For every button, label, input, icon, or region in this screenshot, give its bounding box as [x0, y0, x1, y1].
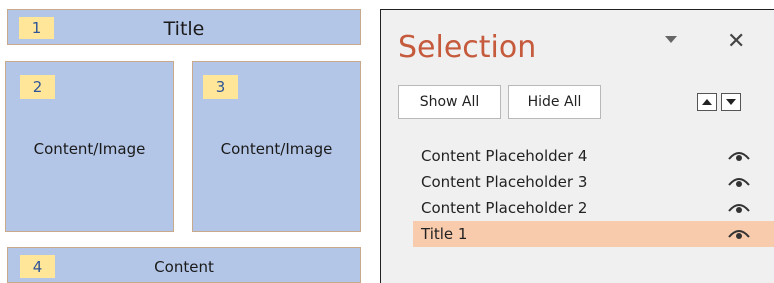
hide-all-button[interactable]: Hide All — [508, 85, 601, 119]
placeholder-label: Title — [163, 18, 205, 40]
placeholder-label: Content — [154, 258, 214, 276]
item-label: Content Placeholder 3 — [421, 173, 588, 191]
selection-list-item-selected[interactable]: Title 1 — [413, 221, 774, 247]
eye-icon[interactable] — [728, 202, 750, 214]
content-placeholder-right[interactable]: 3 Content/Image — [192, 61, 361, 232]
placeholder-label: Content/Image — [220, 140, 333, 158]
selection-list-item[interactable]: Content Placeholder 3 — [421, 169, 774, 195]
bring-forward-icon — [702, 99, 712, 105]
selection-pane: Selection ✕ Show All Hide All Content Pl… — [380, 9, 774, 283]
title-placeholder[interactable]: 1 Title — [7, 9, 361, 45]
bring-forward-button[interactable] — [697, 93, 717, 111]
show-all-button[interactable]: Show All — [398, 85, 501, 119]
content-placeholder-bottom[interactable]: 4 Content — [7, 247, 361, 283]
selection-list-item[interactable]: Content Placeholder 2 — [421, 195, 774, 221]
item-label: Content Placeholder 2 — [421, 199, 588, 217]
eye-icon[interactable] — [728, 228, 750, 240]
eye-icon[interactable] — [728, 150, 750, 162]
pane-title: Selection — [398, 30, 537, 65]
close-icon[interactable]: ✕ — [727, 30, 745, 52]
placeholder-label: Content/Image — [33, 140, 146, 158]
send-backward-icon — [726, 99, 736, 105]
selection-list-item[interactable]: Content Placeholder 4 — [421, 143, 774, 169]
content-placeholder-left[interactable]: 2 Content/Image — [5, 61, 174, 232]
send-backward-button[interactable] — [721, 93, 741, 111]
eye-icon[interactable] — [728, 176, 750, 188]
placeholder-number-badge: 2 — [20, 75, 55, 99]
item-label: Content Placeholder 4 — [421, 147, 588, 165]
item-label: Title 1 — [421, 225, 468, 243]
placeholder-number-badge: 3 — [203, 75, 238, 99]
triangle-down-icon[interactable] — [664, 32, 678, 46]
selection-list: Content Placeholder 4 Content Placeholde… — [413, 143, 774, 247]
